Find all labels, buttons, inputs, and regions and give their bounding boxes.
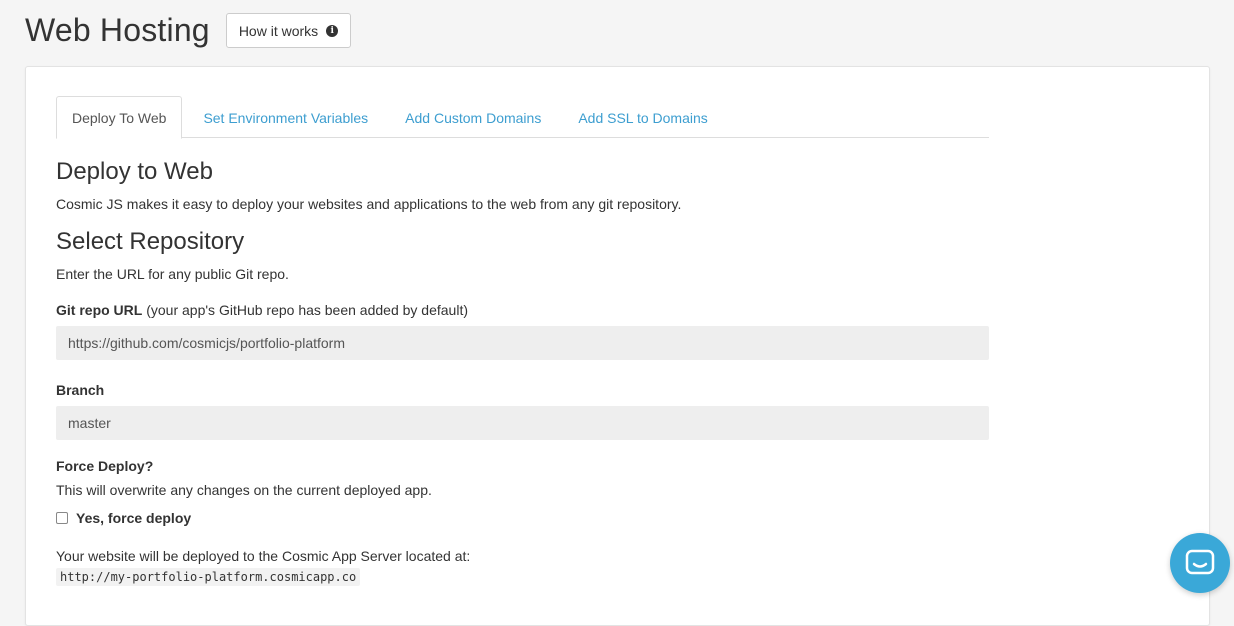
chat-launcher-button[interactable] (1170, 533, 1230, 593)
git-repo-hint: (your app's GitHub repo has been added b… (142, 302, 469, 318)
page-header: Web Hosting How it works i (25, 12, 352, 49)
force-deploy-label: Force Deploy? (56, 458, 154, 474)
force-deploy-checkbox-label: Yes, force deploy (76, 510, 192, 526)
branch-label-strong: Branch (56, 382, 105, 398)
deploy-description: Cosmic JS makes it easy to deploy your w… (56, 196, 682, 212)
hosting-card: Deploy To Web Set Environment Variables … (25, 66, 1210, 626)
git-repo-label: Git repo URL (your app's GitHub repo has… (56, 302, 989, 318)
server-url: http://my-portfolio-platform.cosmicapp.c… (56, 568, 361, 586)
branch-label: Branch (56, 382, 989, 398)
repository-description: Enter the URL for any public Git repo. (56, 266, 289, 282)
git-repo-label-strong: Git repo URL (56, 302, 143, 318)
deploy-title: Deploy to Web (56, 158, 213, 185)
server-note: Your website will be deployed to the Cos… (56, 548, 471, 564)
tab-add-custom-domains[interactable]: Add Custom Domains (389, 96, 557, 138)
force-deploy-description: This will overwrite any changes on the c… (56, 482, 432, 498)
hosting-content: Deploy To Web Set Environment Variables … (56, 96, 989, 586)
chat-bubble-icon (1185, 549, 1215, 575)
tab-add-ssl-to-domains[interactable]: Add SSL to Domains (562, 96, 723, 138)
how-it-works-button[interactable]: How it works i (225, 13, 352, 48)
tab-deploy-to-web[interactable]: Deploy To Web (56, 96, 183, 139)
tab-set-environment-variables[interactable]: Set Environment Variables (187, 96, 384, 138)
force-deploy-checkbox-row[interactable]: Yes, force deploy (56, 510, 989, 526)
branch-input[interactable] (56, 406, 989, 440)
how-it-works-label: How it works (238, 22, 319, 39)
page-title: Web Hosting (25, 12, 210, 48)
repository-title: Select Repository (56, 228, 245, 255)
force-deploy-checkbox[interactable] (56, 512, 68, 524)
info-circle-icon: i (326, 24, 339, 37)
git-repo-url-input[interactable] (56, 326, 989, 360)
tab-bar: Deploy To Web Set Environment Variables … (56, 96, 989, 139)
